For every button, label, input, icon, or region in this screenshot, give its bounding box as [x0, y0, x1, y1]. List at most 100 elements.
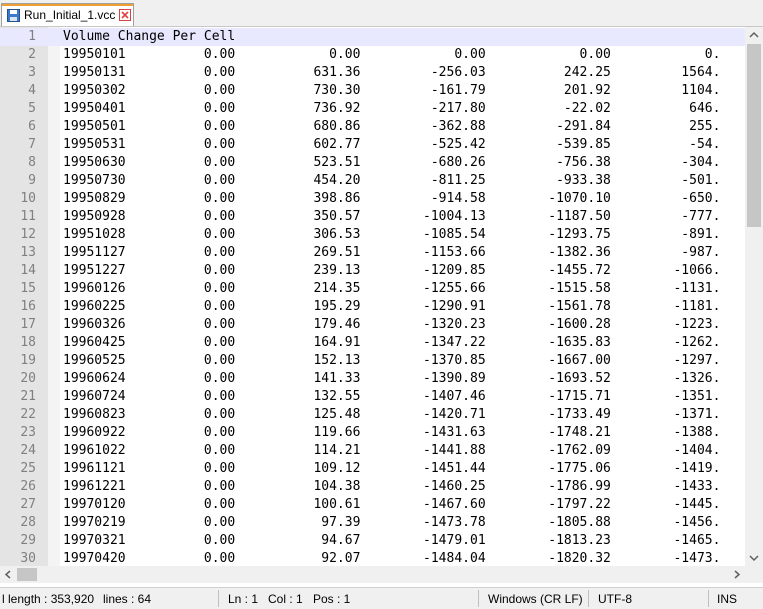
- line-number: 13: [20, 245, 36, 260]
- line-text: 19951227 0.00 239.13 -1209.85 -1455.72 -…: [63, 263, 721, 278]
- text-line[interactable]: 4 19950302 0.00 730.30 -161.79 201.92 110…: [0, 82, 745, 100]
- tab-label: Run_Initial_1.vcc: [24, 8, 116, 22]
- text-line[interactable]: 3 19950131 0.00 631.36 -256.03 242.25 156…: [0, 64, 745, 82]
- line-text: 19950101 0.00 0.00 0.00 0.00 0.: [63, 47, 721, 62]
- scroll-down-arrow-icon[interactable]: [745, 549, 763, 566]
- line-number: 27: [20, 497, 36, 512]
- text-line[interactable]: 5 19950401 0.00 736.92 -217.80 -22.02 646…: [0, 100, 745, 118]
- line-number: 18: [20, 335, 36, 350]
- text-line[interactable]: 15 19960126 0.00 214.35 -1255.66 -1515.58…: [0, 280, 745, 298]
- line-number: 14: [20, 263, 36, 278]
- scroll-left-arrow-icon[interactable]: [0, 566, 17, 583]
- status-bar: l length : 353,920 lines : 64 Ln : 1 Col…: [0, 587, 763, 609]
- line-text: 19970219 0.00 97.39 -1473.78 -1805.88 -1…: [63, 515, 721, 530]
- status-mode: INS: [717, 592, 738, 606]
- close-icon[interactable]: [119, 9, 131, 21]
- line-number: 23: [20, 425, 36, 440]
- status-separator: [708, 590, 709, 607]
- text-line[interactable]: 20 19960624 0.00 141.33 -1390.89 -1693.52…: [0, 370, 745, 388]
- text-line[interactable]: 28 19970219 0.00 97.39 -1473.78 -1805.88 …: [0, 514, 745, 532]
- text-line[interactable]: 8 19950630 0.00 523.51 -680.26 -756.38 -3…: [0, 154, 745, 172]
- line-number: 21: [20, 389, 36, 404]
- line-text: 19961221 0.00 104.38 -1460.25 -1786.99 -…: [63, 479, 721, 494]
- vertical-scroll-thumb[interactable]: [747, 44, 761, 227]
- status-separator: [588, 590, 589, 607]
- floppy-disk-icon: [7, 9, 20, 22]
- scroll-up-arrow-icon[interactable]: [745, 27, 763, 44]
- text-line[interactable]: 24 19961022 0.00 114.21 -1441.88 -1762.09…: [0, 442, 745, 460]
- text-line[interactable]: 22 19960823 0.00 125.48 -1420.71 -1733.49…: [0, 406, 745, 424]
- text-line[interactable]: 10 19950829 0.00 398.86 -914.58 -1070.10 …: [0, 190, 745, 208]
- line-number: 29: [20, 533, 36, 548]
- tab-run-initial[interactable]: Run_Initial_1.vcc: [1, 3, 134, 26]
- text-line[interactable]: 7 19950531 0.00 602.77 -525.42 -539.85 -5…: [0, 136, 745, 154]
- horizontal-scroll-thumb[interactable]: [17, 568, 37, 581]
- line-text: 19970420 0.00 92.07 -1484.04 -1820.32 -1…: [63, 551, 721, 566]
- line-number: 11: [20, 209, 36, 224]
- line-text: 19960724 0.00 132.55 -1407.46 -1715.71 -…: [63, 389, 721, 404]
- line-number: 8: [28, 155, 36, 170]
- text-line[interactable]: 25 19961121 0.00 109.12 -1451.44 -1775.06…: [0, 460, 745, 478]
- tab-active-accent: [2, 4, 133, 6]
- line-number: 3: [28, 65, 36, 80]
- line-text: 19950531 0.00 602.77 -525.42 -539.85 -54…: [63, 137, 721, 152]
- line-text: Volume Change Per Cell: [63, 29, 236, 44]
- vertical-scrollbar[interactable]: [745, 27, 763, 566]
- line-text: 19950501 0.00 680.86 -362.88 -291.84 255…: [63, 119, 721, 134]
- tab-bar: Run_Initial_1.vcc: [0, 0, 763, 27]
- text-line[interactable]: 21 19960724 0.00 132.55 -1407.46 -1715.71…: [0, 388, 745, 406]
- text-line[interactable]: 6 19950501 0.00 680.86 -362.88 -291.84 25…: [0, 118, 745, 136]
- text-line[interactable]: 29 19970321 0.00 94.67 -1479.01 -1813.23 …: [0, 532, 745, 550]
- line-number: 28: [20, 515, 36, 530]
- text-editor[interactable]: 1 Volume Change Per Cell 2 19950101 0.00 0.…: [0, 27, 763, 566]
- text-line[interactable]: 30 19970420 0.00 92.07 -1484.04 -1820.32 …: [0, 550, 745, 566]
- line-text: 19951028 0.00 306.53 -1085.54 -1293.75 -…: [63, 227, 721, 242]
- line-text: 19960525 0.00 152.13 -1370.85 -1667.00 -…: [63, 353, 721, 368]
- line-text: 19950131 0.00 631.36 -256.03 242.25 1564…: [63, 65, 721, 80]
- line-text: 19951127 0.00 269.51 -1153.66 -1382.36 -…: [63, 245, 721, 260]
- line-number: 25: [20, 461, 36, 476]
- text-line[interactable]: 19 19960525 0.00 152.13 -1370.85 -1667.00…: [0, 352, 745, 370]
- line-text: 19950730 0.00 454.20 -811.25 -933.38 -50…: [63, 173, 721, 188]
- line-number: 6: [28, 119, 36, 134]
- status-length: l length : 353,920: [2, 592, 95, 606]
- line-text: 19960624 0.00 141.33 -1390.89 -1693.52 -…: [63, 371, 721, 386]
- scroll-right-arrow-icon[interactable]: [728, 566, 745, 583]
- line-number: 20: [20, 371, 36, 386]
- text-line[interactable]: 14 19951227 0.00 239.13 -1209.85 -1455.72…: [0, 262, 745, 280]
- line-text: 19950829 0.00 398.86 -914.58 -1070.10 -6…: [63, 191, 721, 206]
- line-text: 19961022 0.00 114.21 -1441.88 -1762.09 -…: [63, 443, 721, 458]
- line-text: 19960425 0.00 164.91 -1347.22 -1635.83 -…: [63, 335, 721, 350]
- text-line[interactable]: 17 19960326 0.00 179.46 -1320.23 -1600.28…: [0, 316, 745, 334]
- line-text: 19960922 0.00 119.66 -1431.63 -1748.21 -…: [63, 425, 721, 440]
- line-number: 7: [28, 137, 36, 152]
- text-line[interactable]: 9 19950730 0.00 454.20 -811.25 -933.38 -5…: [0, 172, 745, 190]
- text-line[interactable]: 2 19950101 0.00 0.00 0.00 0.00 0.: [0, 46, 745, 64]
- line-number: 26: [20, 479, 36, 494]
- status-lines: lines : 64: [103, 592, 152, 606]
- line-number: 2: [28, 47, 36, 62]
- text-line[interactable]: 18 19960425 0.00 164.91 -1347.22 -1635.83…: [0, 334, 745, 352]
- text-line[interactable]: 16 19960225 0.00 195.29 -1290.91 -1561.78…: [0, 298, 745, 316]
- status-separator: [218, 590, 219, 607]
- status-pos: Pos : 1: [313, 592, 351, 606]
- text-line[interactable]: 1 Volume Change Per Cell: [0, 28, 745, 46]
- line-number: 10: [20, 191, 36, 206]
- text-line[interactable]: 26 19961221 0.00 104.38 -1460.25 -1786.99…: [0, 478, 745, 496]
- scrollbar-corner: [745, 566, 763, 583]
- text-line[interactable]: 13 19951127 0.00 269.51 -1153.66 -1382.36…: [0, 244, 745, 262]
- line-number: 19: [20, 353, 36, 368]
- status-ln: Ln : 1: [228, 592, 259, 606]
- text-line[interactable]: 27 19970120 0.00 100.61 -1467.60 -1797.22…: [0, 496, 745, 514]
- text-line[interactable]: 11 19950928 0.00 350.57 -1004.13 -1187.50…: [0, 208, 745, 226]
- horizontal-scrollbar[interactable]: [0, 566, 745, 583]
- line-number: 1: [28, 29, 36, 44]
- text-line[interactable]: 12 19951028 0.00 306.53 -1085.54 -1293.75…: [0, 226, 745, 244]
- text-line[interactable]: 23 19960922 0.00 119.66 -1431.63 -1748.21…: [0, 424, 745, 442]
- status-eol: Windows (CR LF): [488, 592, 583, 606]
- line-text: 19950401 0.00 736.92 -217.80 -22.02 646.: [63, 101, 721, 116]
- line-text: 19960326 0.00 179.46 -1320.23 -1600.28 -…: [63, 317, 721, 332]
- line-number: 4: [28, 83, 36, 98]
- line-text: 19961121 0.00 109.12 -1451.44 -1775.06 -…: [63, 461, 721, 476]
- line-text: 19950302 0.00 730.30 -161.79 201.92 1104…: [63, 83, 721, 98]
